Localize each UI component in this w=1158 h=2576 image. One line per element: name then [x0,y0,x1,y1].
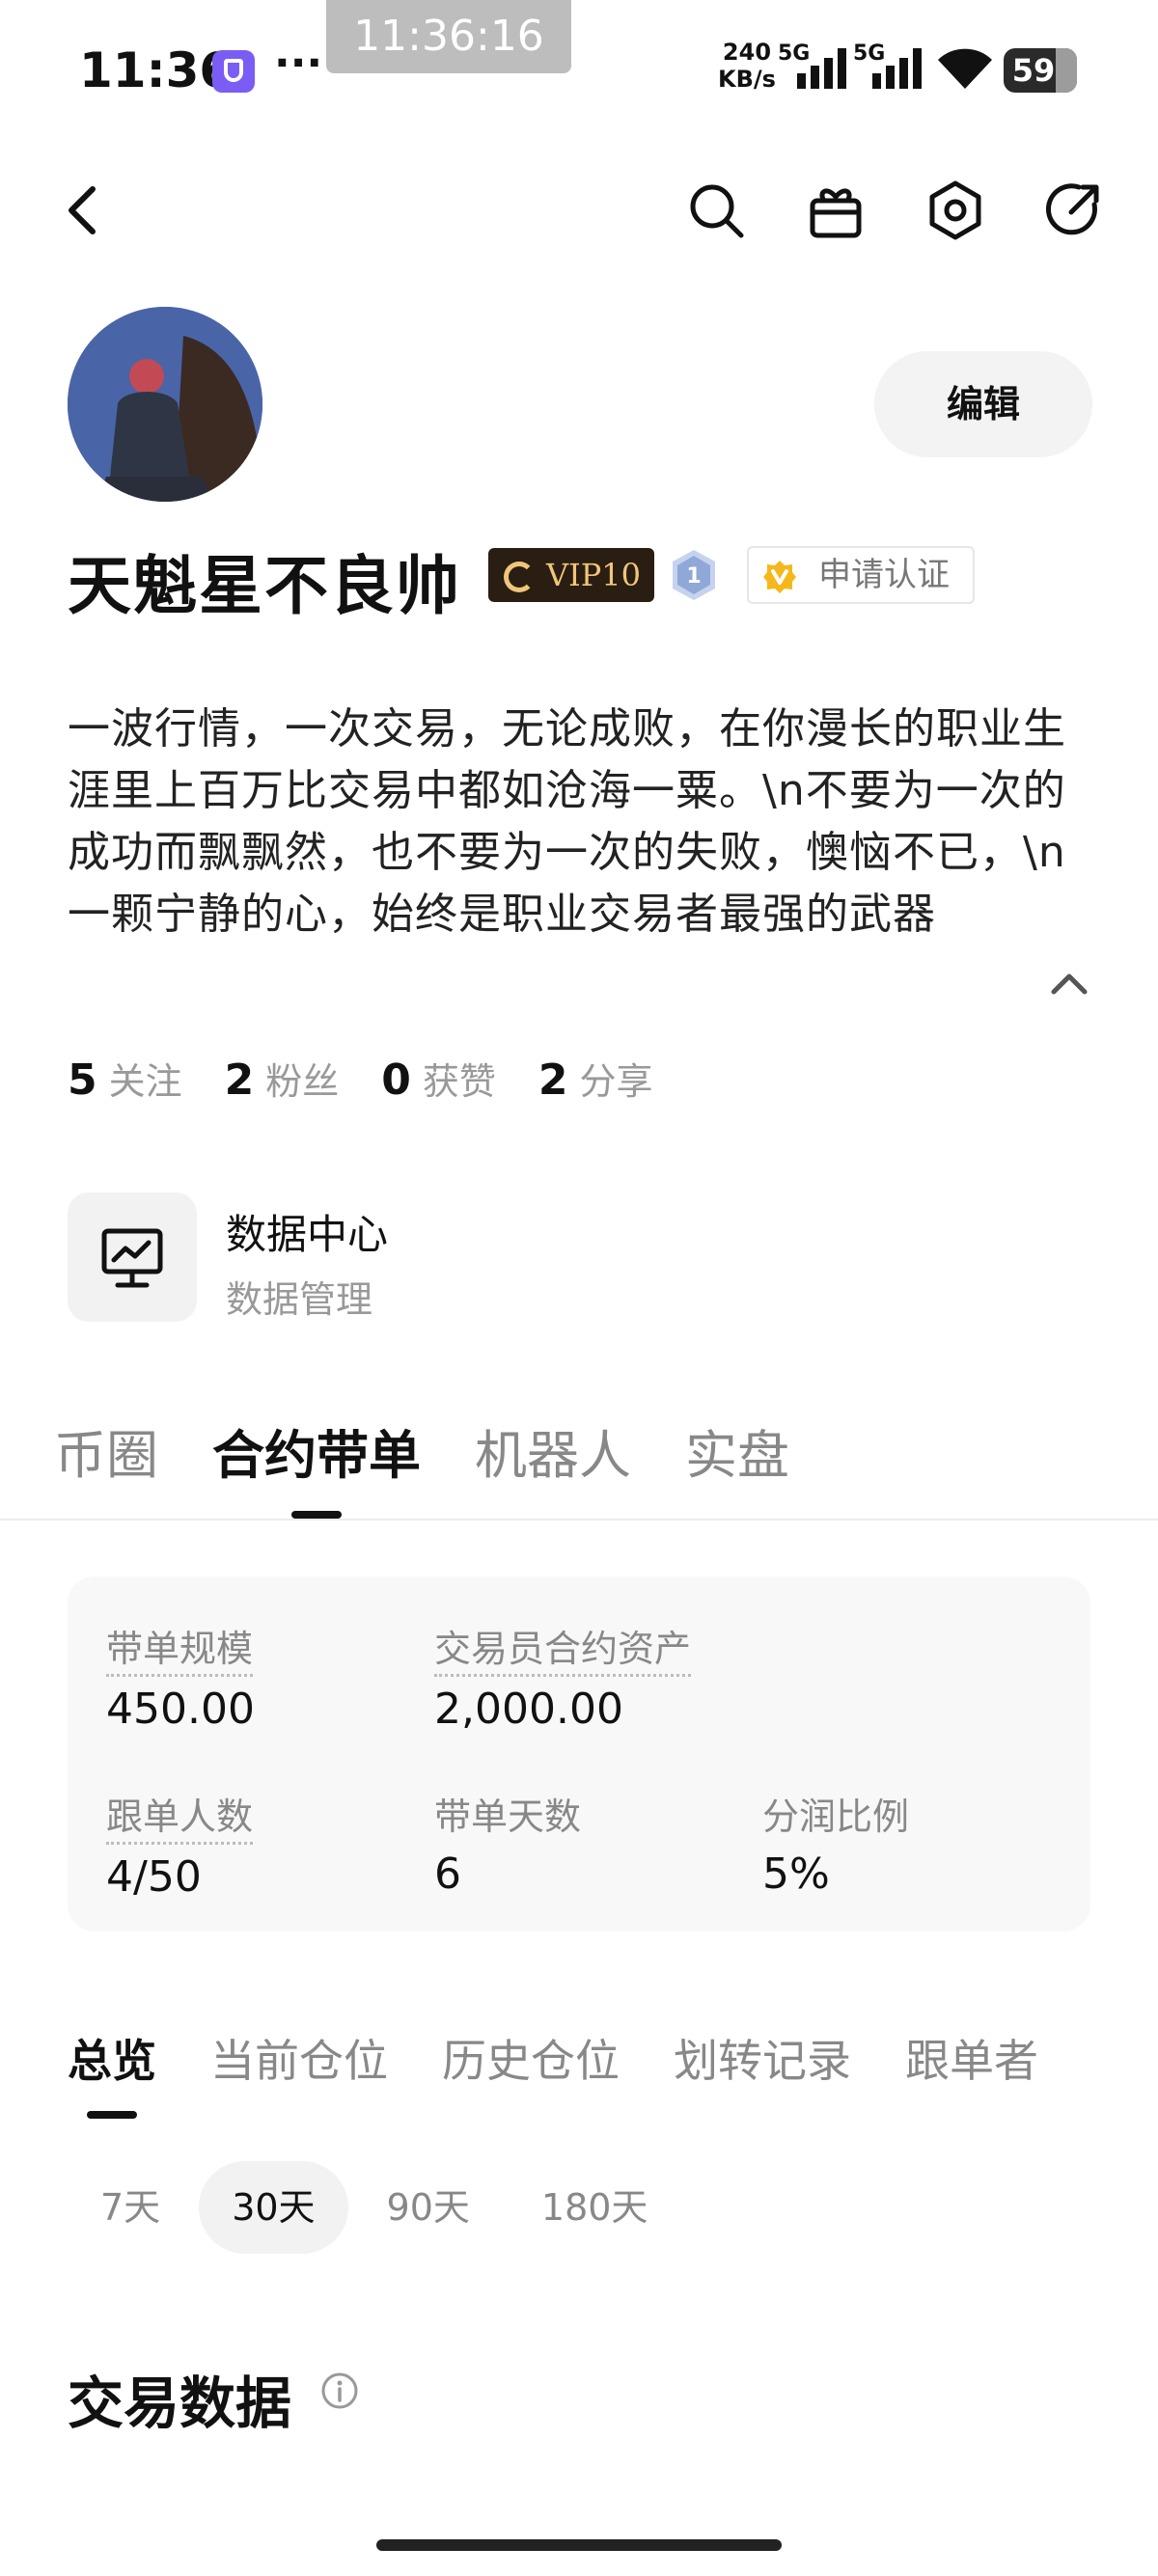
sub-tabs: 总览 当前仓位 历史仓位 划转记录 跟单者 [68,2026,1038,2090]
stat-following-label: 关注 [108,1060,182,1103]
main-tabs: 币圈 合约带单 机器人 实盘 [54,1412,789,1489]
tab-position-history[interactable]: 历史仓位 [442,2026,620,2090]
share-icon[interactable] [1042,179,1104,241]
signal-label: 5G [778,41,810,66]
battery-level: 59 [1011,52,1056,89]
trading-data-title: 交易数据 [68,2370,292,2436]
back-arrow-icon[interactable] [60,183,108,237]
main-tab-indicator [291,1511,342,1519]
trading-days-label: 带单天数 [434,1795,582,1838]
level-badge-icon[interactable]: 1 [670,548,718,602]
tab-copy-trading[interactable]: 合约带单 [212,1412,421,1489]
stat-fans[interactable]: 2 粉丝 [225,1052,340,1110]
data-center-button[interactable] [68,1192,197,1322]
signal-icon: 5G [778,41,846,89]
tab-current-positions[interactable]: 当前仓位 [210,2026,388,2090]
range-30d[interactable]: 30天 [199,2161,348,2254]
trade-scale-label[interactable]: 带单规模 [106,1619,254,1677]
stat-fans-label: 粉丝 [265,1060,340,1103]
status-bar: 11:36 ··· 11:36:16 240 KB/s 5G 5G 59 [0,0,1158,145]
profit-share-value: 5% [762,1850,830,1899]
stat-cell-asset: 交易员合约资产 2,000.00 [434,1619,692,1734]
vip-badge[interactable]: VIP10 [488,548,654,602]
data-center-title[interactable]: 数据中心 [226,1202,388,1261]
follower-count-value: 4/50 [106,1852,202,1902]
search-icon[interactable] [685,179,747,241]
network-speed-value: 240 [722,39,772,66]
signal-label-2: 5G [853,41,885,66]
stat-likes-count: 0 [381,1055,411,1105]
stat-likes-label: 获赞 [422,1060,496,1103]
profile-bio: 一波行情，一次交易，无论成败，在你漫长的职业生涯里上百万比交易中都如沧海一粟。\… [68,704,1066,939]
tab-overview[interactable]: 总览 [68,2026,156,2090]
stat-likes[interactable]: 0 获赞 [381,1052,496,1110]
profit-share-label: 分润比例 [762,1795,910,1838]
stat-fans-count: 2 [224,1055,255,1105]
wifi-icon [938,48,992,89]
data-center-subtitle: 数据管理 [226,1278,373,1321]
tab-bots[interactable]: 机器人 [475,1412,631,1489]
avatar-image [68,307,262,502]
copy-trading-stats-card: 带单规模 450.00 交易员合约资产 2,000.00 跟单人数 4/50 带… [68,1576,1090,1932]
status-time: 11:36 [79,42,234,98]
follower-count-label[interactable]: 跟单人数 [106,1787,254,1845]
profile-stats: 5 关注 2 粉丝 0 获赞 2 分享 [68,1052,653,1110]
trader-asset-value: 2,000.00 [434,1685,623,1734]
stat-cell-days: 带单天数 6 [434,1787,581,1899]
stat-cell-scale: 带单规模 450.00 [106,1619,255,1734]
stat-shares-label: 分享 [579,1060,653,1103]
gift-icon[interactable] [805,179,867,241]
network-speed-unit: KB/s [718,66,776,93]
trading-days-value: 6 [434,1850,461,1899]
tab-transfer-records[interactable]: 划转记录 [674,2026,851,2090]
clock-overlay: 11:36:16 [326,0,571,73]
tab-followers[interactable]: 跟单者 [905,2026,1038,2090]
avatar[interactable] [68,307,262,502]
chevron-up-icon[interactable] [1048,965,1090,1003]
more-notifications-icon: ··· [274,39,323,88]
settings-icon[interactable] [924,179,986,241]
network-speed: 240 KB/s [718,39,776,93]
vpn-app-icon [212,50,255,93]
stat-shares-count: 2 [538,1055,568,1105]
signal-icon-2: 5G [853,41,922,89]
home-indicator[interactable] [376,2539,782,2551]
range-7d[interactable]: 7天 [68,2161,193,2254]
stat-cell-followers: 跟单人数 4/50 [106,1787,254,1902]
battery-icon: 59 [1004,48,1077,93]
level-number: 1 [686,564,701,589]
range-90d[interactable]: 90天 [354,2161,503,2254]
stat-following-count: 5 [68,1055,97,1105]
sub-tab-indicator [87,2111,137,2119]
tab-crypto-circle[interactable]: 币圈 [54,1412,158,1489]
range-180d[interactable]: 180天 [509,2161,681,2254]
info-icon[interactable] [320,2371,359,2410]
trader-asset-label[interactable]: 交易员合约资产 [434,1619,692,1677]
divider [0,1519,1158,1521]
stat-cell-share: 分润比例 5% [762,1787,909,1899]
stat-following[interactable]: 5 关注 [68,1052,182,1110]
time-range-selector: 7天 30天 90天 180天 [68,2161,680,2254]
edit-profile-button[interactable]: 编辑 [874,351,1092,457]
verified-badge-icon [763,561,796,593]
trade-scale-value: 450.00 [106,1685,255,1734]
monitor-chart-icon [101,1228,163,1288]
tab-live-account[interactable]: 实盘 [685,1412,789,1489]
stat-shares[interactable]: 2 分享 [538,1052,653,1110]
apply-verification-label: 申请认证 [818,556,950,594]
username: 天魁星不良帅 [68,549,461,623]
apply-verification-button[interactable]: 申请认证 [747,546,975,604]
